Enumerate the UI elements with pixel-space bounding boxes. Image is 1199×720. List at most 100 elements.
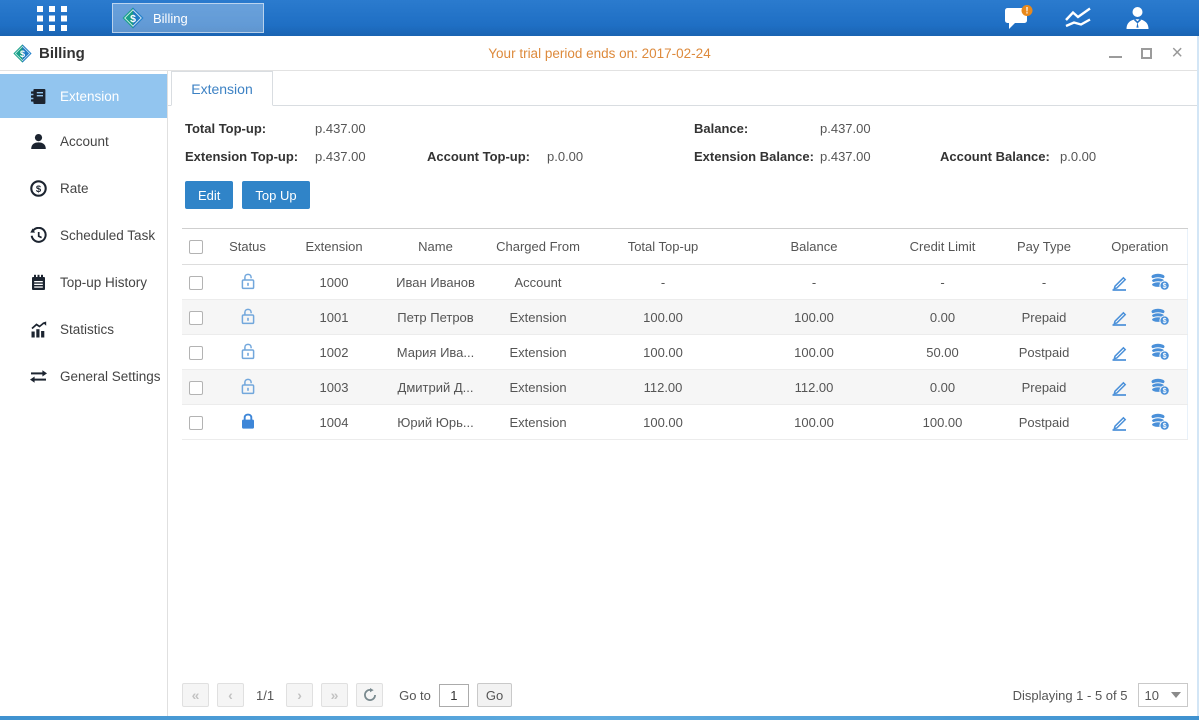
window-bottom-edge — [0, 716, 1199, 720]
cell-balance: 100.00 — [738, 300, 890, 335]
cell-name: Юрий Юрь... — [383, 405, 488, 440]
refresh-button[interactable] — [356, 683, 383, 707]
lock-status-icon[interactable] — [240, 272, 256, 290]
row-checkbox[interactable] — [189, 311, 203, 325]
cell-name: Иван Иванов — [383, 265, 488, 300]
total-topup-label: Total Top-up: — [185, 121, 315, 136]
sidebar-item-scheduled-task[interactable]: Scheduled Task — [0, 212, 167, 259]
row-checkbox[interactable] — [189, 381, 203, 395]
dollar-circle-icon: $ — [29, 180, 47, 197]
lock-status-icon[interactable] — [240, 342, 256, 360]
sidebar-item-extension[interactable]: Extension — [0, 74, 167, 118]
notifications-chat-icon[interactable]: ! — [1004, 5, 1034, 31]
sidebar-item-label: Account — [60, 134, 109, 149]
window-titlebar: $ Billing Your trial period ends on: 201… — [0, 36, 1199, 71]
cell-balance: 112.00 — [738, 370, 890, 405]
page-size-select[interactable]: 10 — [1138, 683, 1188, 707]
row-checkbox[interactable] — [189, 346, 203, 360]
col-charged-from: Charged From — [488, 229, 588, 265]
account-balance-value: p.0.00 — [1060, 149, 1188, 164]
taskbar-tab-label: Billing — [153, 11, 188, 26]
account-topup-value: p.0.00 — [547, 149, 694, 164]
cell-total-topup: 100.00 — [588, 300, 738, 335]
extension-topup-label: Extension Top-up: — [185, 149, 315, 164]
row-checkbox[interactable] — [189, 276, 203, 290]
extension-balance-value: p.437.00 — [820, 149, 940, 164]
svg-text:$: $ — [35, 184, 41, 195]
cell-pay-type: - — [995, 265, 1093, 300]
edit-pencil-icon[interactable] — [1110, 378, 1128, 396]
cell-charged-from: Extension — [488, 370, 588, 405]
goto-page-input[interactable] — [439, 684, 469, 707]
top-up-coins-icon[interactable]: $ — [1150, 273, 1170, 291]
app-launcher-grid-icon[interactable] — [34, 5, 70, 32]
page-indicator: 1/1 — [256, 688, 274, 703]
tab-extension[interactable]: Extension — [171, 71, 273, 106]
edit-pencil-icon[interactable] — [1110, 273, 1128, 291]
lock-status-icon[interactable] — [240, 307, 256, 325]
row-checkbox[interactable] — [189, 416, 203, 430]
tab-bar: Extension — [168, 71, 1199, 106]
col-status: Status — [210, 229, 285, 265]
account-balance-label: Account Balance: — [940, 149, 1060, 164]
cell-charged-from: Extension — [488, 300, 588, 335]
edit-button[interactable]: Edit — [185, 181, 233, 209]
svg-text:$: $ — [1162, 283, 1166, 290]
top-up-button[interactable]: Top Up — [242, 181, 309, 209]
edit-pencil-icon[interactable] — [1110, 343, 1128, 361]
table-row: 1001 Петр Петров Extension 100.00 100.00… — [182, 300, 1187, 335]
taskbar-tab-billing[interactable]: $ Billing — [112, 3, 264, 33]
balance-label: Balance: — [694, 121, 820, 136]
top-up-coins-icon[interactable]: $ — [1150, 343, 1170, 361]
sidebar-item-statistics[interactable]: Statistics — [0, 306, 167, 353]
sidebar: Extension Account $ Rate — [0, 71, 168, 716]
pagination-last-button[interactable]: » — [321, 683, 348, 707]
cell-credit-limit: 0.00 — [890, 370, 995, 405]
top-up-coins-icon[interactable]: $ — [1150, 308, 1170, 326]
go-button[interactable]: Go — [477, 683, 512, 707]
minimize-icon[interactable] — [1109, 44, 1122, 62]
pagination-bar: « ‹ 1/1 › » Go to Go Displaying 1 - 5 of… — [182, 683, 1188, 707]
chevron-down-icon — [1171, 692, 1181, 698]
sidebar-item-label: Scheduled Task — [60, 228, 155, 243]
content-area: Extension Total Top-up: p.437.00 Balance… — [168, 71, 1199, 716]
sidebar-item-label: Extension — [60, 89, 119, 104]
pagination-first-button[interactable]: « — [182, 683, 209, 707]
pagination-prev-button[interactable]: ‹ — [217, 683, 244, 707]
account-topup-label: Account Top-up: — [427, 149, 547, 164]
cell-pay-type: Prepaid — [995, 300, 1093, 335]
sidebar-item-rate[interactable]: $ Rate — [0, 165, 167, 212]
sidebar-item-general-settings[interactable]: General Settings — [0, 353, 167, 400]
billing-app-icon: $ — [13, 44, 32, 63]
edit-pencil-icon[interactable] — [1110, 413, 1128, 431]
table-row: 1002 Мария Ива... Extension 100.00 100.0… — [182, 335, 1187, 370]
cell-charged-from: Extension — [488, 405, 588, 440]
edit-pencil-icon[interactable] — [1110, 308, 1128, 326]
cell-pay-type: Postpaid — [995, 335, 1093, 370]
lock-status-icon[interactable] — [240, 377, 256, 395]
top-up-coins-icon[interactable]: $ — [1150, 378, 1170, 396]
exchange-arrows-icon — [29, 368, 47, 385]
top-up-coins-icon[interactable]: $ — [1150, 413, 1170, 431]
sidebar-item-account[interactable]: Account — [0, 118, 167, 165]
cell-name: Мария Ива... — [383, 335, 488, 370]
maximize-icon[interactable] — [1141, 44, 1152, 62]
notepad-icon — [29, 274, 47, 291]
cell-credit-limit: 100.00 — [890, 405, 995, 440]
close-icon[interactable]: × — [1171, 44, 1183, 62]
cell-extension: 1003 — [285, 370, 383, 405]
col-total-topup: Total Top-up — [588, 229, 738, 265]
pagination-next-button[interactable]: › — [286, 683, 313, 707]
sidebar-item-label: Rate — [60, 181, 89, 196]
resource-monitor-chart-icon[interactable] — [1064, 6, 1094, 30]
sidebar-item-label: Statistics — [60, 322, 114, 337]
lock-status-icon[interactable] — [240, 412, 256, 430]
col-balance: Balance — [738, 229, 890, 265]
person-icon — [29, 133, 47, 150]
billing-diamond-icon: $ — [122, 7, 144, 29]
sidebar-item-topup-history[interactable]: Top-up History — [0, 259, 167, 306]
select-all-checkbox[interactable] — [189, 240, 203, 254]
user-account-icon[interactable] — [1124, 5, 1151, 31]
taskbar: $ Billing ! — [0, 0, 1199, 36]
sidebar-item-label: Top-up History — [60, 275, 147, 290]
